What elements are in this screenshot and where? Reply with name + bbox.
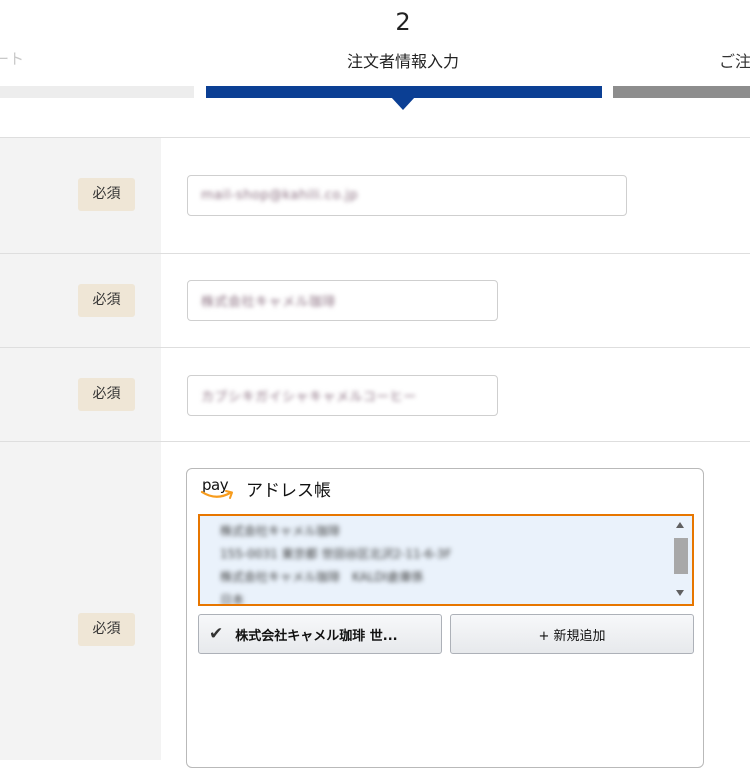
form-divider [0, 253, 750, 254]
form-label-column [0, 138, 161, 760]
step-3-bar [613, 86, 750, 98]
amazon-smile-icon [200, 490, 233, 499]
company-name-field-value: 株式会社キャメル珈琲 [201, 295, 337, 310]
form-divider [0, 441, 750, 442]
current-step-arrow-icon [391, 97, 415, 110]
required-badge: 必須 [78, 178, 135, 211]
scroll-down-arrow-icon[interactable] [676, 590, 684, 596]
add-new-address-button-label: + 新規追加 [538, 628, 606, 644]
email-field-value: mail-shop@kahili.co.jp [201, 188, 359, 203]
selected-address-button[interactable]: ✔ 株式会社キャメル珈琲 世... [198, 614, 442, 654]
form-divider [0, 347, 750, 348]
address-line-name: 株式会社キャメル珈琲 [220, 524, 341, 538]
company-kana-field[interactable]: カブシキガイシャキャメルコーヒー [187, 375, 498, 416]
address-list[interactable]: 株式会社キャメル珈琲 155-0031 東京都 世田谷区北沢2-11-6-3F … [198, 514, 694, 606]
step-2-number: 2 [395, 8, 411, 36]
step-3-label: ご注 [719, 52, 750, 71]
step-1-bar [0, 86, 194, 98]
address-list-scrollbar[interactable] [674, 520, 688, 600]
checkmark-icon: ✔ [209, 624, 224, 644]
scroll-up-arrow-icon[interactable] [676, 522, 684, 528]
scrollbar-thumb[interactable] [674, 538, 688, 574]
amazon-pay-logo: pay [200, 474, 240, 502]
required-badge: 必須 [78, 378, 135, 411]
address-line-country: 日本 [220, 593, 245, 606]
email-field[interactable]: mail-shop@kahili.co.jp [187, 175, 627, 216]
company-name-field[interactable]: 株式会社キャメル珈琲 [187, 280, 498, 321]
selected-address-button-label: 株式会社キャメル珈琲 世... [235, 628, 398, 644]
form-divider [0, 137, 750, 138]
required-badge: 必須 [78, 613, 135, 646]
required-badge: 必須 [78, 284, 135, 317]
step-2-label: 注文者情報入力 [346, 52, 459, 71]
address-line-postal: 155-0031 東京都 世田谷区北沢2-11-6-3F [220, 547, 452, 561]
add-new-address-button[interactable]: + 新規追加 [450, 614, 694, 654]
step-1-label: ート [0, 50, 25, 68]
company-kana-field-value: カブシキガイシャキャメルコーヒー [201, 390, 417, 405]
address-line-recipient: 株式会社キャメル珈琲 KALDI倉庫係 [220, 570, 424, 584]
address-book-title: アドレス帳 [246, 481, 331, 501]
